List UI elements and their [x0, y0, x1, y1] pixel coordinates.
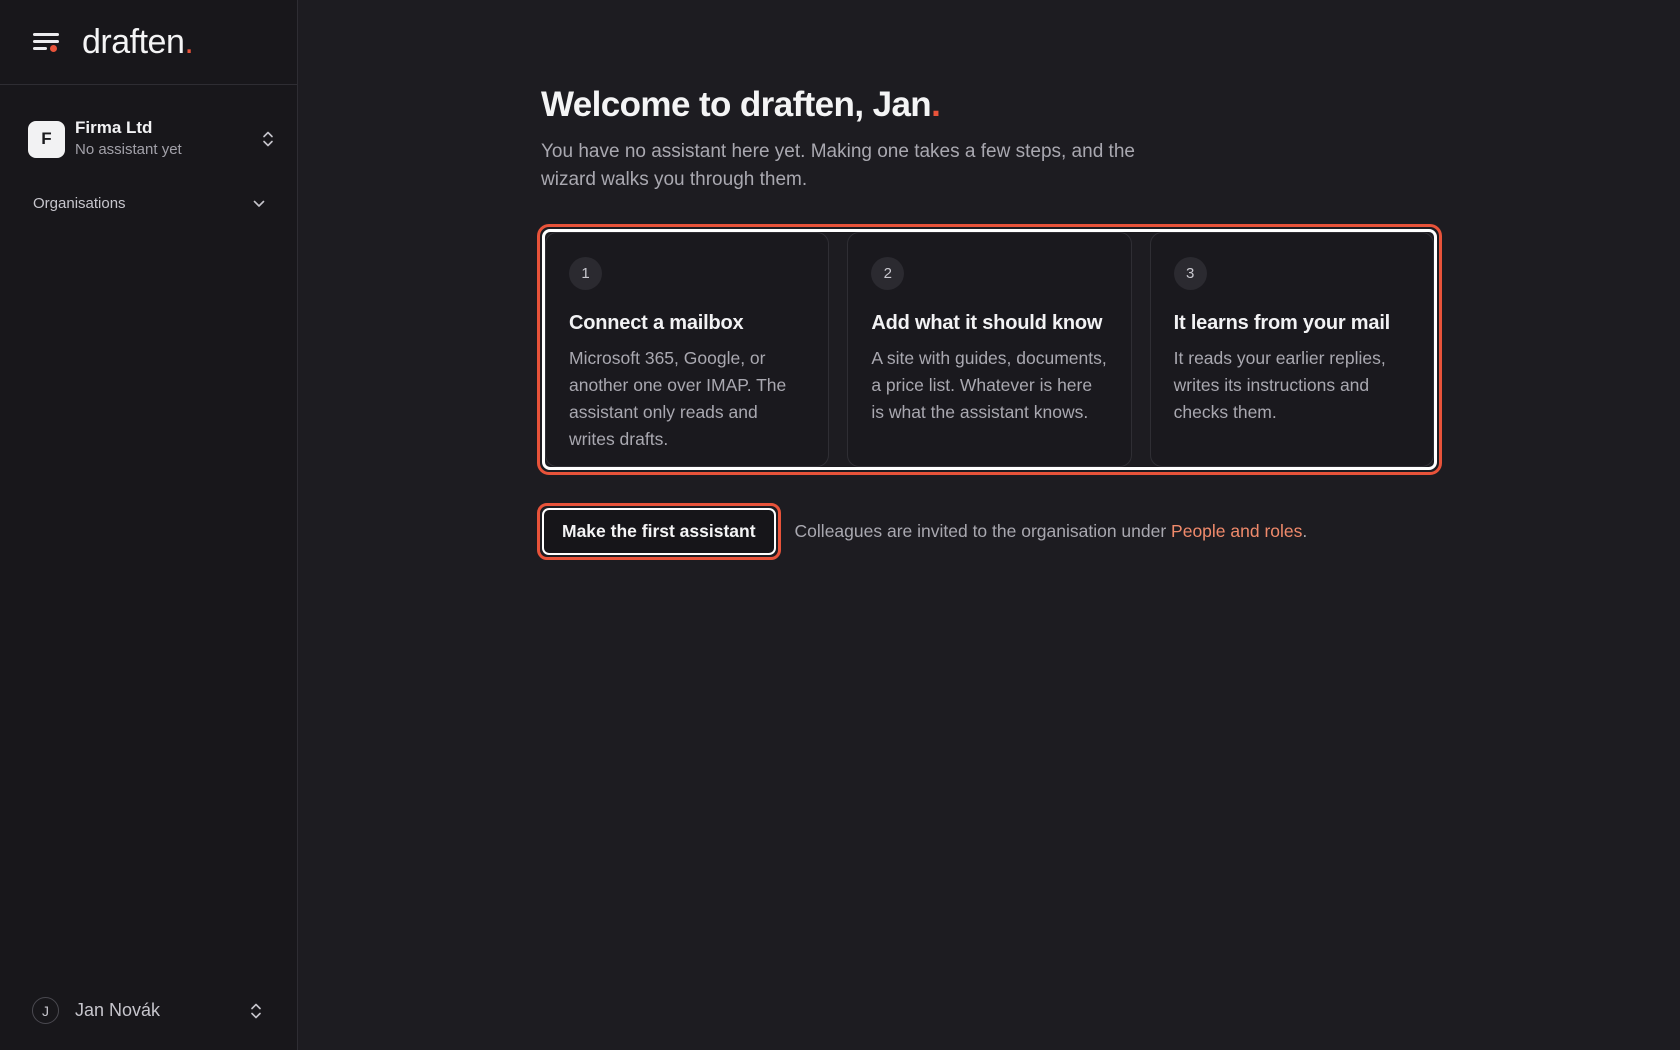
welcome-header: Welcome to draften, Jan. You have no ass… — [541, 82, 1441, 194]
step-description: It reads your earlier replies, writes it… — [1173, 348, 1386, 422]
brand-dot: . — [184, 23, 194, 61]
org-switcher[interactable]: F Firma Ltd No assistant yet — [28, 115, 275, 163]
organisations-label: Organisations — [33, 195, 126, 212]
invite-note: Colleagues are invited to the organisati… — [795, 521, 1308, 542]
step-card: 2 Add what it should know A site with gu… — [847, 232, 1132, 467]
chevron-down-icon — [253, 200, 265, 207]
user-menu[interactable]: J Jan Novák — [32, 997, 263, 1024]
page-subtitle: You have no assistant here yet. Making o… — [541, 141, 1135, 190]
step-description: A site with guides, documents, a price l… — [871, 348, 1107, 422]
chevron-updown-icon — [251, 1003, 261, 1018]
sidebar-header: draften. — [0, 0, 297, 85]
page-title-text: Welcome to draften, Jan — [541, 85, 932, 124]
step-card: 3 It learns from your mail It reads your… — [1149, 232, 1434, 467]
people-and-roles-link[interactable]: People and roles — [1171, 521, 1302, 541]
user-avatar: J — [32, 997, 59, 1024]
step-card: 1 Connect a mailbox Microsoft 365, Googl… — [545, 232, 830, 467]
make-first-assistant-button[interactable]: Make the first assistant — [542, 508, 776, 555]
organisations-section-toggle[interactable]: Organisations — [33, 195, 265, 212]
menu-icon[interactable] — [33, 31, 59, 53]
brand-name: draften — [82, 23, 185, 61]
org-text: Firma Ltd No assistant yet — [75, 117, 261, 161]
cta-highlight: Make the first assistant — [537, 503, 781, 560]
invite-note-text: Colleagues are invited to the organisati… — [794, 521, 1172, 541]
step-title: It learns from your mail — [1173, 312, 1391, 334]
page-title: Welcome to draften, Jan. — [541, 82, 1441, 128]
brand-logo[interactable]: draften. — [82, 23, 194, 61]
page-title-dot: . — [931, 85, 941, 124]
invite-note-end: . — [1302, 521, 1308, 541]
steps-highlight: 1 Connect a mailbox Microsoft 365, Googl… — [537, 224, 1442, 475]
cta-row: Make the first assistant Colleagues are … — [537, 503, 1307, 560]
org-status: No assistant yet — [75, 141, 182, 158]
step-title: Connect a mailbox — [569, 312, 744, 334]
step-number: 1 — [569, 257, 602, 290]
org-avatar: F — [28, 120, 65, 158]
org-name: Firma Ltd — [75, 118, 153, 137]
step-number: 3 — [1173, 257, 1207, 290]
step-number: 2 — [871, 257, 905, 290]
step-description: Microsoft 365, Google, or another one ov… — [569, 348, 787, 449]
user-name: Jan Novák — [75, 1000, 161, 1020]
step-title: Add what it should know — [871, 312, 1103, 334]
app-root: draften. F Firma Ltd No assistant yet Or… — [0, 0, 1680, 1050]
chevron-updown-icon — [263, 131, 273, 147]
sidebar: draften. F Firma Ltd No assistant yet Or… — [0, 0, 298, 1050]
steps-list: 1 Connect a mailbox Microsoft 365, Googl… — [542, 229, 1437, 470]
